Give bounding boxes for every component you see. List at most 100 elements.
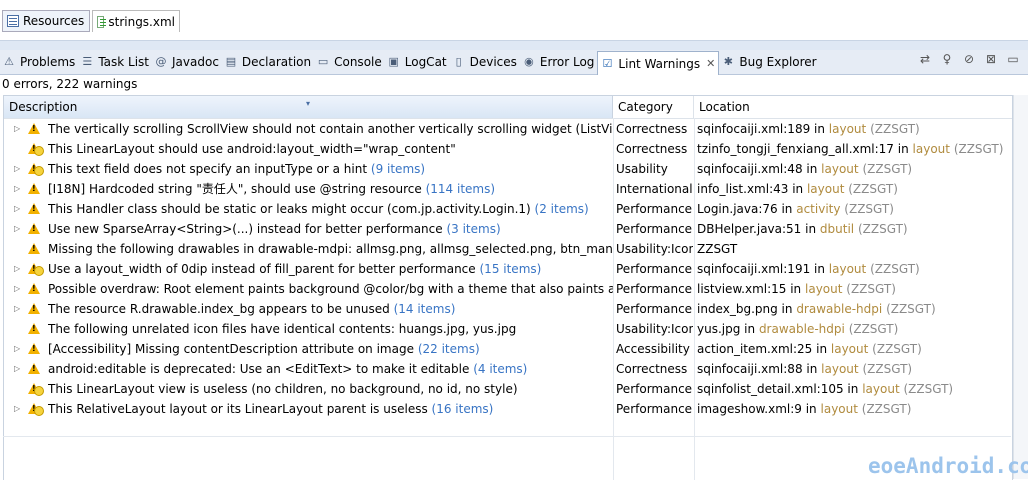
location-project: (ZZSGT) [848, 322, 899, 336]
warning-icon: ! [27, 242, 41, 256]
column-header-category[interactable]: Category [613, 96, 694, 118]
hint-warning-icon: ! [27, 382, 44, 396]
row-description: Possible overdraw: Root element paints b… [48, 279, 613, 299]
table-row[interactable]: ▷! Use a layout_width of 0dip instead of … [4, 259, 1012, 279]
location-project: (ZZSGT) [857, 222, 908, 236]
location-file: sqinfocaiji.xml:88 in [697, 362, 818, 376]
view-tab-console[interactable]: ▭ Console [314, 51, 385, 73]
view-tab-declaration[interactable]: ▤ Declaration [222, 51, 314, 73]
expand-arrow-icon[interactable]: ▷ [14, 219, 24, 239]
console-icon: ▭ [317, 55, 329, 68]
column-header-description[interactable]: Description ▾ [4, 96, 613, 118]
expand-arrow-icon[interactable]: ▷ [14, 279, 24, 299]
location-project: (ZZSGT) [903, 382, 954, 396]
table-row[interactable]: ▷! [Accessibility] Missing contentDescrip… [4, 339, 1012, 359]
table-row[interactable]: ▷! android:editable is deprecated: Use an… [4, 359, 1012, 379]
row-description: android:editable is deprecated: Use an <… [48, 359, 613, 379]
resources-icon [7, 15, 19, 27]
item-count: (14 items) [393, 302, 456, 316]
view-tab-task-list[interactable]: ☰ Task List [78, 51, 152, 73]
ignore-icon[interactable]: ⊘ [962, 52, 976, 66]
table-row[interactable]: ▷! [I18N] Hardcoded string "责任人", should … [4, 179, 1012, 199]
expand-arrow-icon[interactable]: ▷ [14, 359, 24, 379]
row-location: sqinfocaiji.xml:189 in layout (ZZSGT) [697, 119, 1012, 139]
table-row[interactable]: ▷! Possible overdraw: Root element paints… [4, 279, 1012, 299]
view-tab-error-log[interactable]: ◉ Error Log [520, 51, 598, 73]
table-row[interactable]: ▷! This RelativeLayout layout or its Line… [4, 399, 1012, 419]
table-row[interactable]: ▷! This text field does not specify an in… [4, 159, 1012, 179]
view-tab-lint-warnings[interactable]: ☑ Lint Warnings ✕ [597, 51, 720, 75]
table-row[interactable]: ! This LinearLayout view is useless (no c… [4, 379, 1012, 399]
location-file: sqinfolist_detail.xml:105 in [697, 382, 859, 396]
table-row[interactable]: ! This LinearLayout should use android:la… [4, 139, 1012, 159]
row-category: Performance [616, 402, 693, 416]
lint-warnings-icon: ☑ [602, 56, 613, 70]
row-location: Login.java:76 in activity (ZZSGT) [697, 199, 1012, 219]
sort-indicator-icon: ▾ [306, 99, 311, 108]
location-file: imageshow.xml:9 in [697, 402, 817, 416]
minimize-icon[interactable]: ▭ [1006, 52, 1020, 66]
view-tab-bar: ⚠ Problems ☰ Task List @ Javadoc ▤ Declaration ▭… [0, 50, 1028, 75]
location-file: listview.xml:15 in [697, 282, 802, 296]
view-tab-problems[interactable]: ⚠ Problems [0, 51, 78, 73]
expand-arrow-icon[interactable]: ▷ [14, 339, 24, 359]
expand-arrow-icon[interactable]: ▷ [14, 399, 24, 419]
row-description: The resource R.drawable.index_bg appears… [48, 299, 613, 319]
location-file: sqinfocaiji.xml:191 in [697, 262, 825, 276]
row-location: info_list.xml:43 in layout (ZZSGT) [697, 179, 1012, 199]
warning-icon: ! [27, 362, 41, 376]
editor-tab-resources[interactable]: Resources [2, 10, 90, 32]
row-category: Usability:Icon [616, 322, 693, 336]
row-category: Usability [616, 162, 668, 176]
warning-icon: ! [27, 342, 41, 356]
column-header-location[interactable]: Location [694, 96, 1012, 118]
warning-icon: ! [27, 222, 41, 236]
remove-icon[interactable]: ⊠ [984, 52, 998, 66]
item-count: (16 items) [431, 402, 494, 416]
table-row[interactable]: ▷! The resource R.drawable.index_bg appea… [4, 299, 1012, 319]
row-description: Missing the following drawables in drawa… [48, 239, 613, 259]
expand-arrow-icon[interactable]: ▷ [14, 259, 24, 279]
location-file: Login.java:76 in [697, 202, 793, 216]
view-tab-label: Devices [469, 55, 517, 69]
location-project: (ZZSGT) [870, 122, 920, 136]
expand-arrow-icon[interactable]: ▷ [14, 179, 24, 199]
editor-tab-strings-xml[interactable]: strings.xml [92, 10, 180, 32]
row-description: [I18N] Hardcoded string "责任人", should us… [48, 179, 613, 199]
row-location: listview.xml:15 in layout (ZZSGT) [697, 279, 1012, 299]
row-description: The following unrelated icon files have … [48, 319, 613, 339]
lightbulb-icon[interactable]: ♀ [940, 52, 954, 66]
row-description: This text field does not specify an inpu… [48, 159, 613, 179]
location-project: (ZZSGT) [870, 262, 920, 276]
view-tab-bug-explorer[interactable]: ✱ Bug Explorer [719, 51, 819, 73]
view-tab-devices[interactable]: ▯ Devices [450, 51, 520, 73]
row-description: This LinearLayout should use android:lay… [48, 139, 613, 159]
view-tab-javadoc[interactable]: @ Javadoc [152, 51, 222, 73]
logcat-icon: ▣ [388, 55, 399, 68]
vertical-scrollbar[interactable] [1013, 95, 1028, 479]
description-text: This LinearLayout view is useless (no ch… [48, 382, 518, 396]
row-description: Use a layout_width of 0dip instead of fi… [48, 259, 613, 279]
table-footer-line [3, 436, 1011, 437]
location-file: index_bg.png in [697, 302, 793, 316]
row-description: This Handler class should be static or l… [48, 199, 613, 219]
expand-arrow-icon[interactable]: ▷ [14, 199, 24, 219]
row-location: imageshow.xml:9 in layout (ZZSGT) [697, 399, 1012, 419]
expand-arrow-icon[interactable]: ▷ [14, 299, 24, 319]
table-row[interactable]: ▷! This Handler class should be static or… [4, 199, 1012, 219]
description-text: This RelativeLayout layout or its Linear… [48, 402, 428, 416]
refresh-icon[interactable]: ⇄ [918, 52, 932, 66]
table-row[interactable]: ! Missing the following drawables in draw… [4, 239, 1012, 259]
view-tab-logcat[interactable]: ▣ LogCat [385, 51, 450, 73]
table-row[interactable]: ! The following unrelated icon files have… [4, 319, 1012, 339]
item-count: (114 items) [425, 182, 496, 196]
hint-warning-icon: ! [27, 402, 44, 416]
expand-arrow-icon[interactable]: ▷ [14, 119, 24, 139]
row-location: tzinfo_tongji_fenxiang_all.xml:17 in lay… [697, 139, 1012, 159]
expand-arrow-icon[interactable]: ▷ [14, 159, 24, 179]
close-icon[interactable]: ✕ [706, 57, 715, 70]
table-row[interactable]: ▷! The vertically scrolling ScrollView sh… [4, 119, 1012, 139]
table-row[interactable]: ▷! Use new SparseArray<String>(...) inste… [4, 219, 1012, 239]
devices-icon: ▯ [455, 55, 462, 68]
hint-warning-icon: ! [27, 162, 44, 176]
